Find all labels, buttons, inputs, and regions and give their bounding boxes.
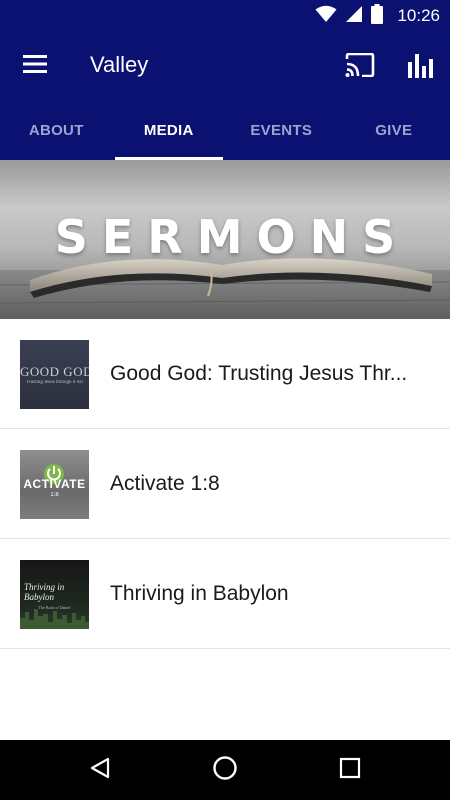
sermon-thumbnail: ACTIVATE 1:8 — [20, 450, 89, 519]
tab-give[interactable]: GIVE — [338, 100, 450, 160]
battery-icon — [371, 3, 384, 29]
menu-button[interactable] — [18, 50, 52, 82]
sermon-list: GOOD GOD Trusting Jesus through it All G… — [0, 319, 450, 649]
status-icons: 10:26 — [315, 0, 440, 32]
recents-button[interactable] — [325, 750, 375, 790]
sermon-title-text: Thriving in Babylon — [110, 582, 289, 605]
app-title: Valley — [90, 52, 149, 77]
cell-signal-icon — [345, 5, 363, 28]
cast-icon — [345, 52, 375, 82]
home-button[interactable] — [200, 750, 250, 790]
hamburger-menu-icon — [23, 54, 47, 78]
sermon-title: Good God: Trusting Jesus Thr... — [110, 319, 425, 429]
sermon-title-text: Good God: Trusting Jesus Thr... — [110, 362, 408, 385]
tab-about[interactable]: ABOUT — [0, 100, 113, 160]
bar-chart-icon — [407, 52, 433, 83]
home-icon — [212, 755, 238, 786]
back-button[interactable] — [75, 750, 125, 790]
thumbnail-subtitle: The Book of Daniel — [38, 605, 71, 610]
sermon-thumbnail: GOOD GOD Trusting Jesus through it All — [20, 340, 89, 409]
cast-button[interactable] — [340, 50, 380, 84]
back-icon — [88, 756, 112, 785]
sermon-title: Thriving in Babylon — [110, 539, 425, 649]
thumbnail-heading: GOOD GOD — [20, 364, 89, 379]
app-bar: Valley — [0, 32, 450, 100]
sermon-list-item[interactable]: ACTIVATE 1:8 Activate 1:8 — [0, 429, 450, 539]
sermons-banner: SERMONS — [0, 160, 450, 319]
thumbnail-subtitle: 1:8 — [50, 492, 59, 498]
recents-icon — [339, 757, 361, 784]
sermon-list-item[interactable]: GOOD GOD Trusting Jesus through it All G… — [0, 319, 450, 429]
banner-title: SERMONS — [54, 210, 410, 264]
sermon-title-text: Activate 1:8 — [110, 472, 220, 495]
wifi-icon — [315, 5, 337, 28]
tab-events[interactable]: EVENTS — [225, 100, 338, 160]
status-bar: 10:26 — [0, 0, 450, 32]
tab-bar: ABOUT MEDIA EVENTS GIVE — [0, 100, 450, 160]
thumbnail-subtitle: Trusting Jesus through it All — [26, 380, 83, 385]
sermon-list-item[interactable]: Thriving in Babylon The Book of Daniel T… — [0, 539, 450, 649]
sermon-title: Activate 1:8 — [110, 429, 425, 539]
tab-media[interactable]: MEDIA — [113, 100, 226, 160]
thumbnail-heading: Thriving in Babylon — [24, 582, 65, 602]
system-navigation-bar — [0, 740, 450, 800]
stats-button[interactable] — [402, 50, 438, 84]
thumbnail-heading: ACTIVATE — [23, 477, 86, 491]
sermon-thumbnail: Thriving in Babylon The Book of Daniel — [20, 560, 89, 629]
status-time: 10:26 — [397, 6, 440, 25]
